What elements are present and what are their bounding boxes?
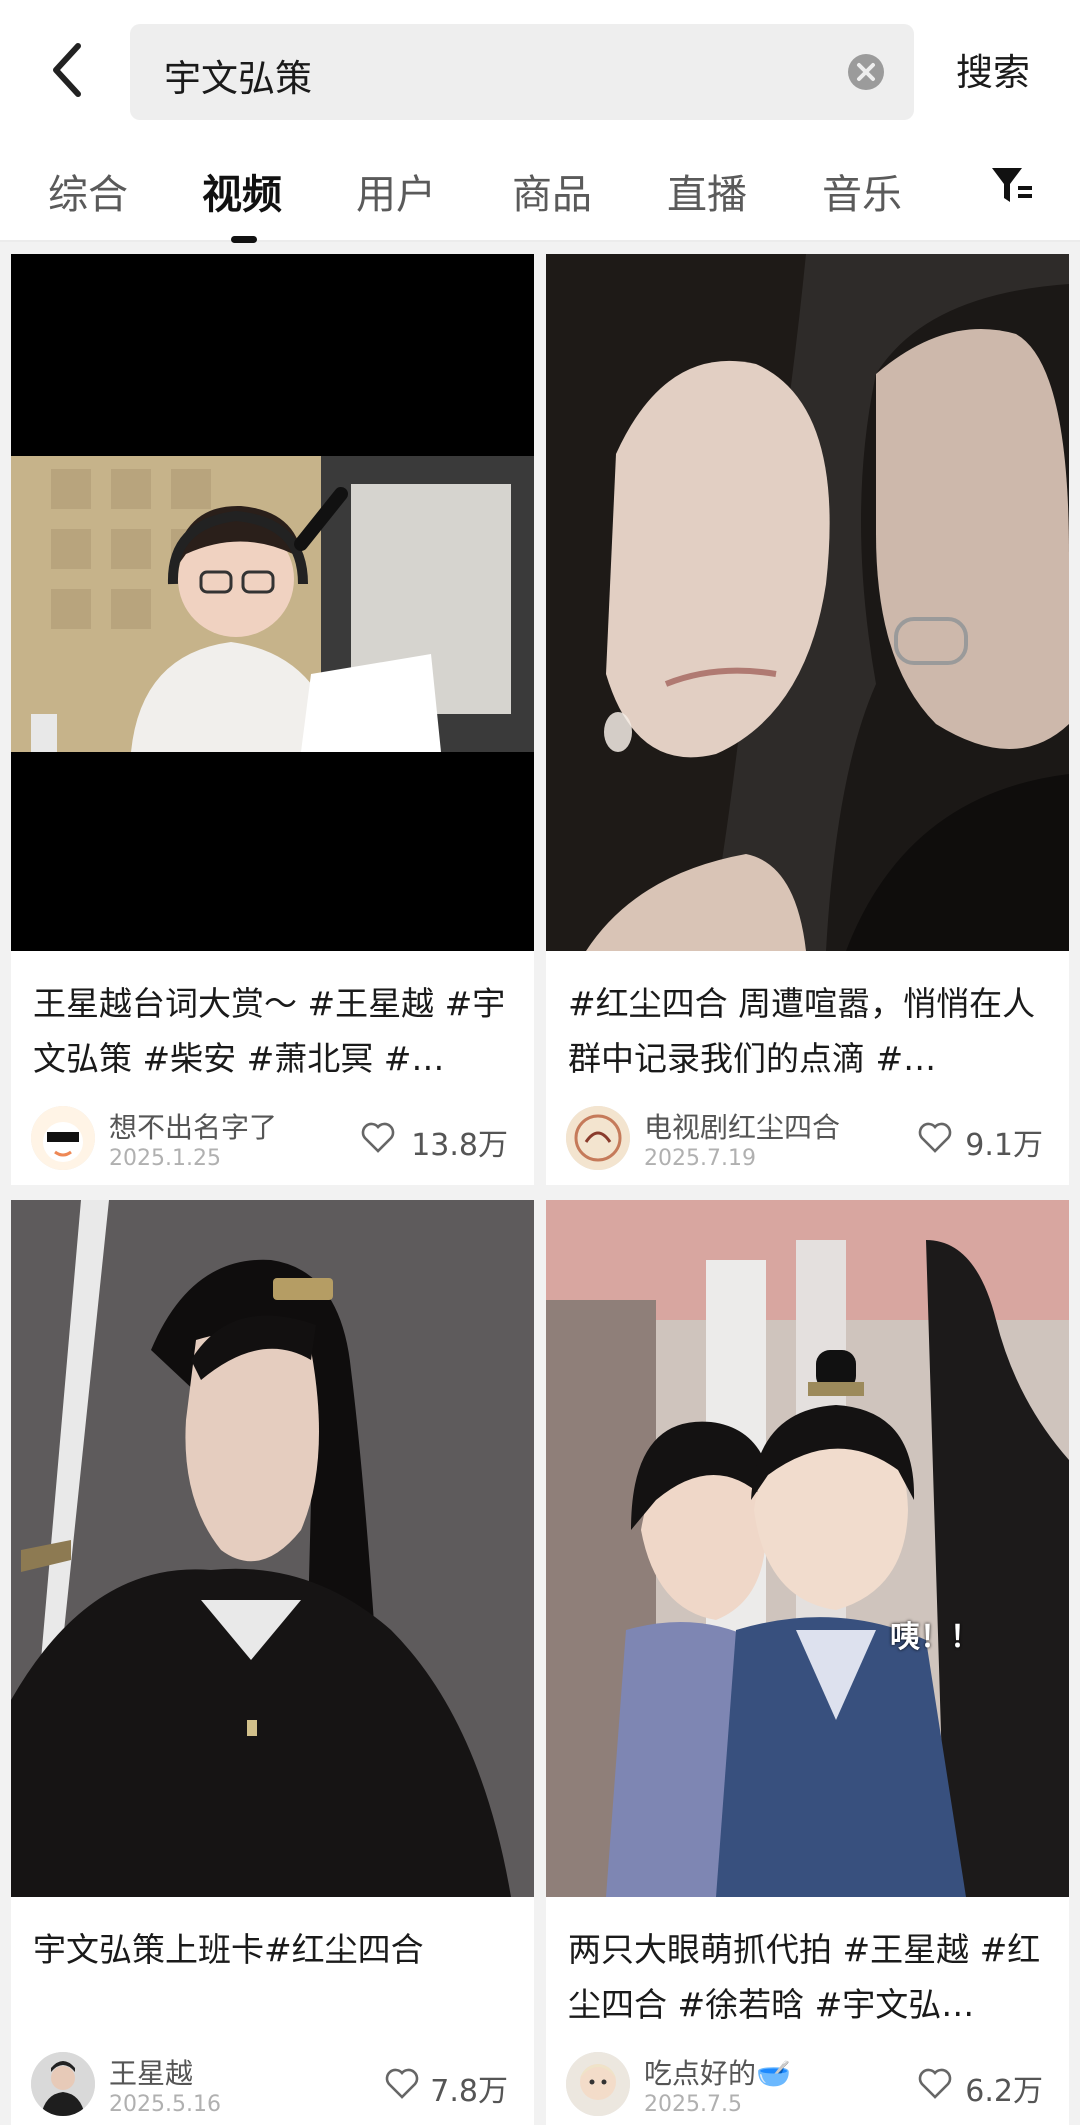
- tab-users[interactable]: 用户: [356, 162, 436, 220]
- like-count: 13.8万: [411, 1128, 508, 1163]
- video-title[interactable]: 两只大眼萌抓代拍 #王星越 #红尘四合 #徐若晗 #宇文弘…: [568, 1922, 1056, 2032]
- like-count: 7.8万: [430, 2074, 508, 2109]
- search-button[interactable]: 搜索: [956, 42, 1030, 96]
- drama-logo-avatar-icon: [566, 1106, 630, 1170]
- video-thumbnail[interactable]: [11, 254, 534, 951]
- video-result-card[interactable]: 王星越台词大赏～ #王星越 #宇文弘策 #柴安 #萧北冥 #… 想不出名字了 2…: [11, 254, 534, 1185]
- like-count: 6.2万: [965, 2074, 1043, 2109]
- video-result-card[interactable]: #红尘四合 周遭喧嚣，悄悄在人群中记录我们的点滴 #… 电视剧红尘四合 2025…: [546, 254, 1069, 1185]
- heart-icon[interactable]: [917, 2066, 953, 2100]
- post-date: 2025.7.5: [644, 2092, 742, 2117]
- video-thumbnail[interactable]: [546, 254, 1069, 951]
- video-caption-overlay: 咦！！: [890, 1620, 980, 1655]
- filter-button[interactable]: [988, 162, 1038, 212]
- cartoon-avatar-icon: [31, 1106, 95, 1170]
- video-thumbnail[interactable]: [11, 1200, 534, 1897]
- author-name[interactable]: 王星越: [109, 2052, 193, 2092]
- heart-icon[interactable]: [384, 2066, 420, 2100]
- profile-photo-avatar-icon: [31, 2052, 95, 2116]
- avatar[interactable]: [31, 1106, 95, 1170]
- video-thumbnail[interactable]: 咦！！: [546, 1200, 1069, 1897]
- avatar[interactable]: [566, 1106, 630, 1170]
- video-title[interactable]: 宇文弘策上班卡#红尘四合: [33, 1922, 521, 1977]
- clear-circle-icon: [848, 54, 884, 90]
- author-name[interactable]: 电视剧红尘四合: [644, 1106, 840, 1146]
- tab-video[interactable]: 视频: [202, 162, 282, 220]
- author-name[interactable]: 吃点好的🥣: [644, 2052, 791, 2092]
- heart-icon[interactable]: [917, 1120, 953, 1154]
- author-name[interactable]: 想不出名字了: [109, 1106, 277, 1146]
- filter-icon: [992, 168, 1032, 202]
- tab-music[interactable]: 音乐: [822, 162, 902, 220]
- back-button[interactable]: [40, 34, 100, 106]
- video-title[interactable]: 王星越台词大赏～ #王星越 #宇文弘策 #柴安 #萧北冥 #…: [33, 976, 521, 1086]
- video-title[interactable]: #红尘四合 周遭喧嚣，悄悄在人群中记录我们的点滴 #…: [568, 976, 1056, 1086]
- video-result-card[interactable]: 宇文弘策上班卡#红尘四合 王星越 2025.5.16 7.8万: [11, 1200, 534, 2125]
- post-date: 2025.7.19: [644, 1146, 756, 1171]
- search-input[interactable]: 宇文弘策: [130, 24, 914, 120]
- avatar[interactable]: [31, 2052, 95, 2116]
- heart-icon[interactable]: [360, 1120, 396, 1154]
- tab-products[interactable]: 商品: [512, 162, 592, 220]
- search-query: 宇文弘策: [164, 57, 312, 100]
- tab-all[interactable]: 综合: [48, 162, 128, 220]
- tab-live[interactable]: 直播: [667, 162, 747, 220]
- clear-button[interactable]: [848, 54, 884, 90]
- search-header: 宇文弘策 搜索: [0, 0, 1080, 122]
- chevron-left-icon: [53, 43, 81, 97]
- post-date: 2025.5.16: [109, 2092, 221, 2117]
- post-date: 2025.1.25: [109, 1146, 221, 1171]
- active-tab-indicator: [231, 236, 257, 243]
- video-result-card[interactable]: 咦！！ 两只大眼萌抓代拍 #王星越 #红尘四合 #徐若晗 #宇文弘… 吃点好的🥣…: [546, 1200, 1069, 2125]
- like-count: 9.1万: [965, 1128, 1043, 1163]
- avatar[interactable]: [566, 2052, 630, 2116]
- baby-photo-avatar-icon: [566, 2052, 630, 2116]
